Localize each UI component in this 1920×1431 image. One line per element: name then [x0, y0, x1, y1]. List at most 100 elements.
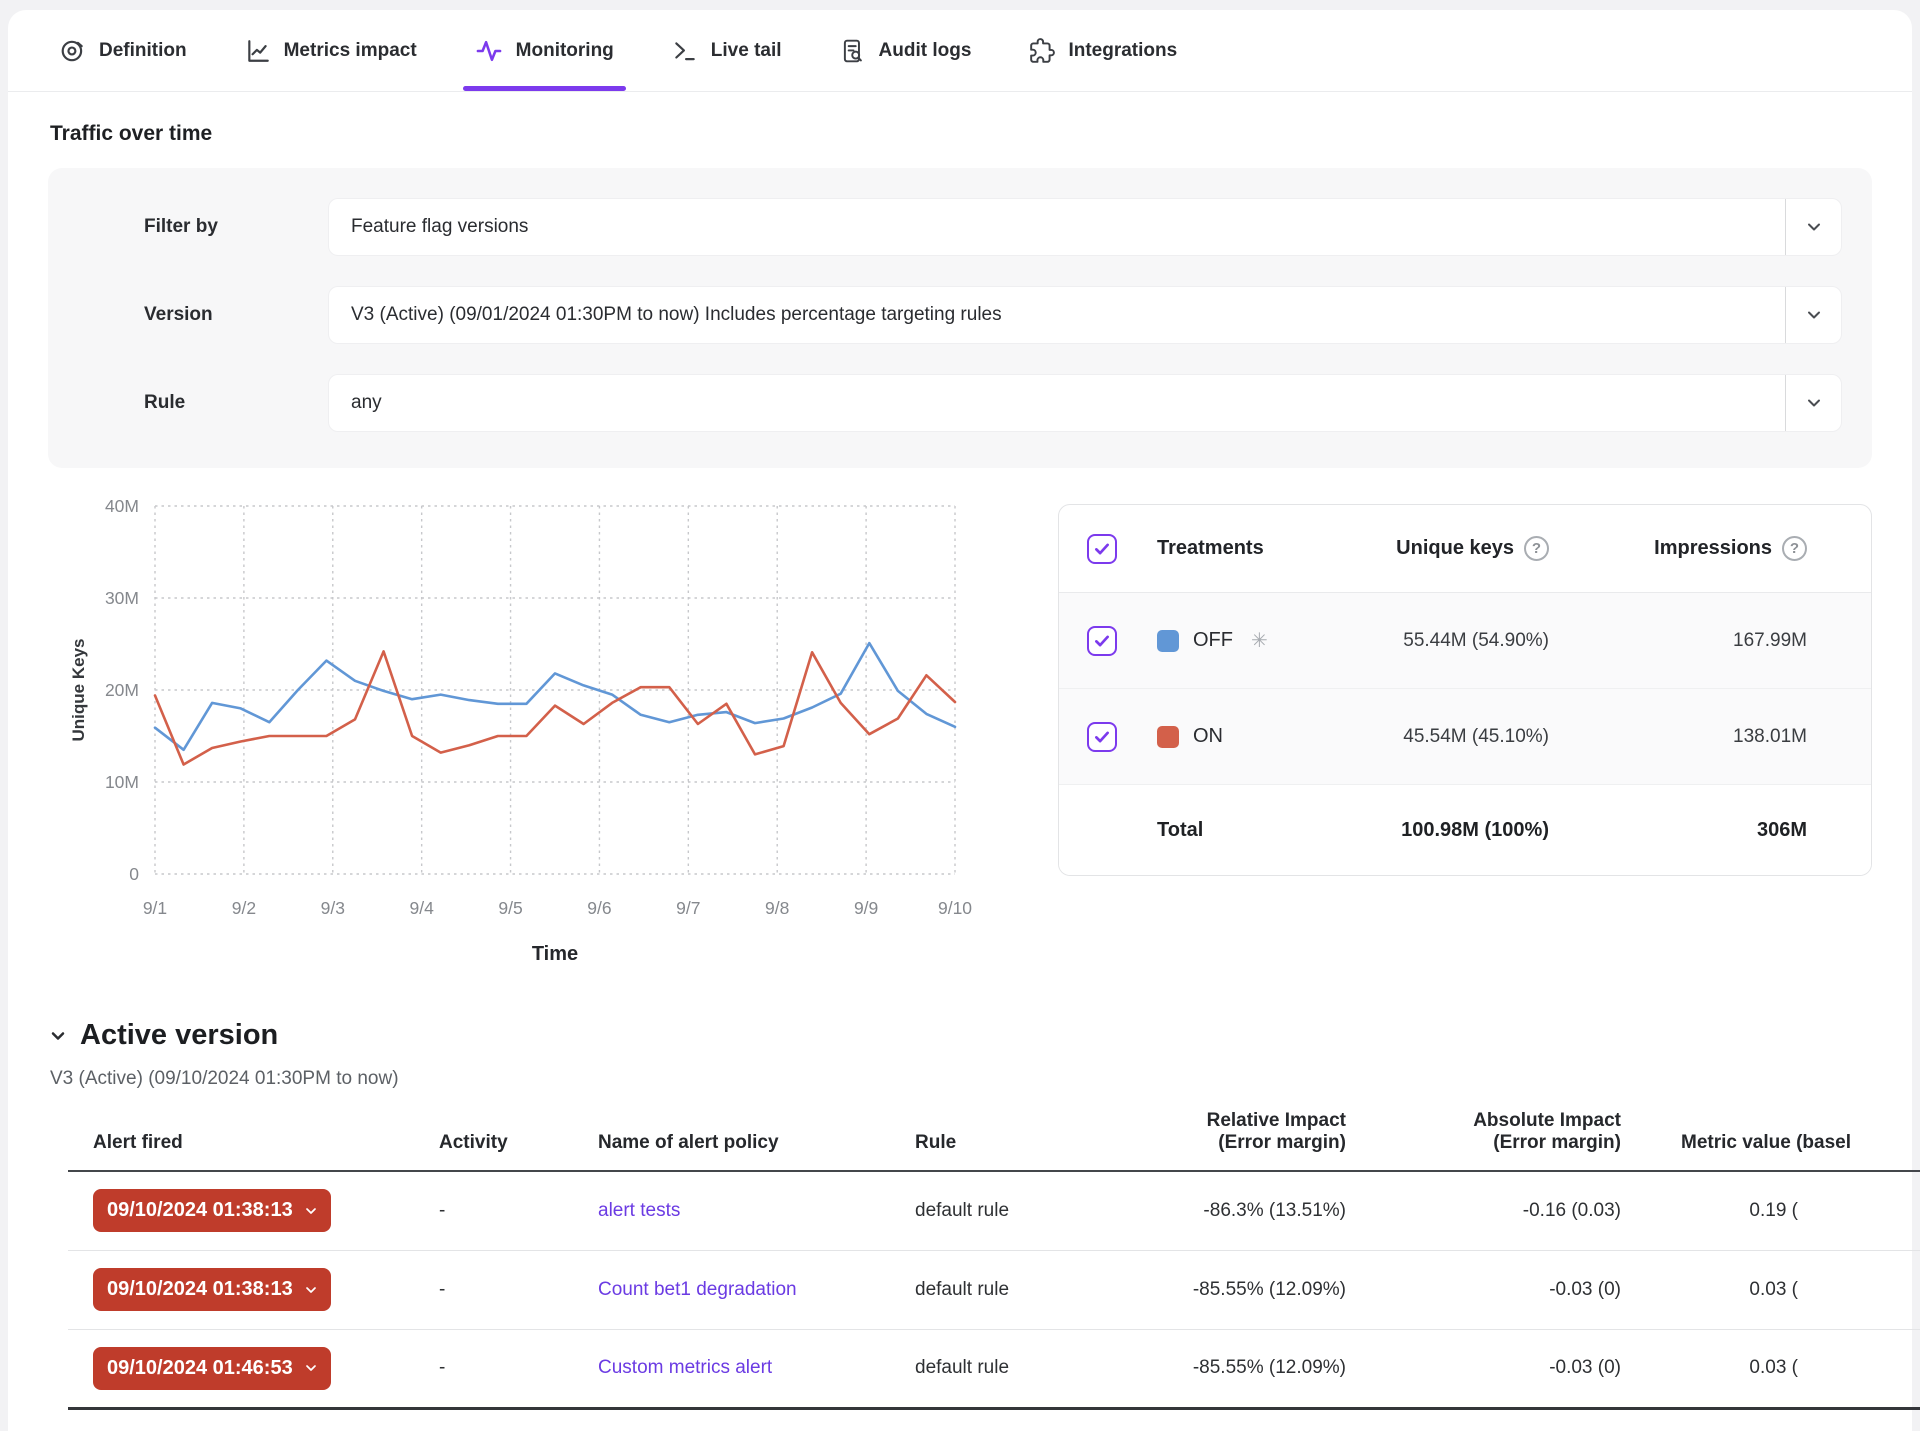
- alert-relative-impact: -85.55% (12.09%): [1076, 1250, 1366, 1329]
- chevron-down-icon: [48, 1026, 68, 1046]
- on-impressions: 138.01M: [1579, 726, 1843, 748]
- filter-row-version: Version V3 (Active) (09/01/2024 01:30PM …: [78, 286, 1842, 344]
- total-unique-keys: 100.98M (100%): [1319, 819, 1579, 842]
- treatment-row-off: OFF ✳ 55.44M (54.90%) 167.99M: [1059, 593, 1871, 689]
- svg-text:9/3: 9/3: [321, 898, 345, 918]
- tab-monitoring[interactable]: Monitoring: [475, 10, 614, 91]
- col-relative-impact: Relative Impact (Error margin): [1076, 1110, 1366, 1171]
- svg-text:0: 0: [129, 864, 139, 884]
- help-icon[interactable]: ?: [1524, 536, 1549, 561]
- alert-fired-badge[interactable]: 09/10/2024 01:38:13: [93, 1189, 331, 1232]
- svg-text:20M: 20M: [105, 680, 139, 700]
- treatment-name: ON: [1193, 725, 1223, 748]
- svg-text:9/9: 9/9: [854, 898, 878, 918]
- svg-text:9/1: 9/1: [143, 898, 167, 918]
- svg-text:40M: 40M: [105, 496, 139, 516]
- active-version-toggle[interactable]: Active version: [48, 1019, 1912, 1052]
- alert-fired-badge[interactable]: 09/10/2024 01:46:53: [93, 1347, 331, 1390]
- on-series-swatch: [1157, 726, 1179, 748]
- alert-relative-impact: -86.3% (13.51%): [1076, 1171, 1366, 1250]
- impressions-column-header: Impressions: [1654, 537, 1772, 560]
- alerts-table: Alert fired Activity Name of alert polic…: [68, 1110, 1920, 1410]
- alert-row: 09/10/2024 01:46:53 - Custom metrics ale…: [68, 1329, 1920, 1408]
- alert-rule: default rule: [871, 1171, 1076, 1250]
- treatment-row-on: ON 45.54M (45.10%) 138.01M: [1059, 689, 1871, 785]
- svg-text:9/10: 9/10: [938, 898, 972, 918]
- page-title: Traffic over time: [50, 122, 1912, 146]
- alert-metric-value: 0.19 (: [1651, 1171, 1920, 1250]
- rule-label: Rule: [78, 392, 328, 414]
- audit-logs-icon: [840, 38, 866, 64]
- monitoring-pulse-icon: [475, 37, 503, 65]
- alert-row: 09/10/2024 01:38:13 - Count bet1 degrada…: [68, 1250, 1920, 1329]
- treatments-total-row: Total 100.98M (100%) 306M: [1059, 785, 1871, 875]
- svg-text:9/6: 9/6: [587, 898, 611, 918]
- treatments-table: Treatments Unique keys? Impressions? OFF…: [1058, 504, 1872, 876]
- treatment-name: OFF: [1193, 629, 1233, 652]
- svg-text:Time: Time: [532, 943, 578, 965]
- svg-text:9/7: 9/7: [676, 898, 700, 918]
- chevron-down-icon[interactable]: [1785, 199, 1841, 255]
- active-version-subtitle: V3 (Active) (09/10/2024 01:30PM to now): [50, 1068, 1912, 1090]
- off-unique-keys: 55.44M (54.90%): [1319, 630, 1579, 652]
- unique-keys-column-header: Unique keys: [1396, 537, 1514, 560]
- off-impressions: 167.99M: [1579, 630, 1843, 652]
- alert-activity: -: [413, 1329, 541, 1408]
- filter-by-select[interactable]: Feature flag versions: [328, 198, 1842, 256]
- tab-label: Metrics impact: [284, 40, 417, 62]
- version-select[interactable]: V3 (Active) (09/01/2024 01:30PM to now) …: [328, 286, 1842, 344]
- alert-policy-link[interactable]: Count bet1 degradation: [598, 1279, 797, 1300]
- rule-value: any: [329, 392, 1785, 414]
- tab-definition[interactable]: Definition: [60, 10, 187, 91]
- tab-integrations[interactable]: Integrations: [1029, 10, 1177, 91]
- tab-audit-logs[interactable]: Audit logs: [840, 10, 972, 91]
- tab-metrics-impact[interactable]: Metrics impact: [245, 10, 417, 91]
- alert-policy-link[interactable]: alert tests: [598, 1200, 680, 1221]
- svg-text:9/2: 9/2: [232, 898, 256, 918]
- chevron-down-icon: [303, 1203, 319, 1219]
- active-version-title: Active version: [80, 1019, 278, 1052]
- alert-policy-link[interactable]: Custom metrics alert: [598, 1357, 772, 1378]
- rule-select[interactable]: any: [328, 374, 1842, 432]
- main-panel: Definition Metrics impact Monitoring Liv…: [8, 10, 1912, 1431]
- off-series-swatch: [1157, 630, 1179, 652]
- chevron-down-icon: [303, 1360, 319, 1376]
- svg-text:30M: 30M: [105, 588, 139, 608]
- version-value: V3 (Active) (09/01/2024 01:30PM to now) …: [329, 304, 1785, 326]
- help-icon[interactable]: ?: [1782, 536, 1807, 561]
- svg-text:9/5: 9/5: [498, 898, 522, 918]
- alert-row: 09/10/2024 01:38:13 - alert tests defaul…: [68, 1171, 1920, 1250]
- filter-row-filter-by: Filter by Feature flag versions: [78, 198, 1842, 256]
- treatment-on-checkbox[interactable]: [1087, 722, 1117, 752]
- definition-icon: [60, 38, 86, 64]
- col-metric-value: Metric value (basel: [1651, 1110, 1920, 1171]
- svg-text:10M: 10M: [105, 772, 139, 792]
- col-activity: Activity: [413, 1110, 541, 1171]
- alert-absolute-impact: -0.03 (0): [1366, 1250, 1651, 1329]
- tab-label: Monitoring: [516, 40, 614, 62]
- treatment-off-checkbox[interactable]: [1087, 626, 1117, 656]
- filter-by-label: Filter by: [78, 216, 328, 238]
- alert-fired-badge[interactable]: 09/10/2024 01:38:13: [93, 1268, 331, 1311]
- svg-text:9/4: 9/4: [410, 898, 435, 918]
- treatments-select-all-checkbox[interactable]: [1087, 534, 1117, 564]
- tab-live-tail[interactable]: Live tail: [672, 10, 782, 91]
- tab-label: Integrations: [1068, 40, 1177, 62]
- alert-absolute-impact: -0.03 (0): [1366, 1329, 1651, 1408]
- col-alert-fired: Alert fired: [68, 1110, 413, 1171]
- alert-metric-value: 0.03 (: [1651, 1329, 1920, 1408]
- col-rule: Rule: [871, 1110, 1076, 1171]
- chevron-down-icon[interactable]: [1785, 287, 1841, 343]
- col-absolute-impact: Absolute Impact (Error margin): [1366, 1110, 1651, 1171]
- alert-activity: -: [413, 1171, 541, 1250]
- metrics-impact-icon: [245, 38, 271, 64]
- default-treatment-icon: ✳: [1251, 628, 1268, 653]
- tab-bar: Definition Metrics impact Monitoring Liv…: [8, 10, 1912, 92]
- terminal-icon: [672, 38, 698, 64]
- total-label: Total: [1157, 819, 1319, 842]
- treatments-column-header: Treatments: [1157, 537, 1319, 560]
- tab-label: Live tail: [711, 40, 782, 62]
- chevron-down-icon[interactable]: [1785, 375, 1841, 431]
- col-policy: Name of alert policy: [541, 1110, 871, 1171]
- alerts-header-row: Alert fired Activity Name of alert polic…: [68, 1110, 1920, 1171]
